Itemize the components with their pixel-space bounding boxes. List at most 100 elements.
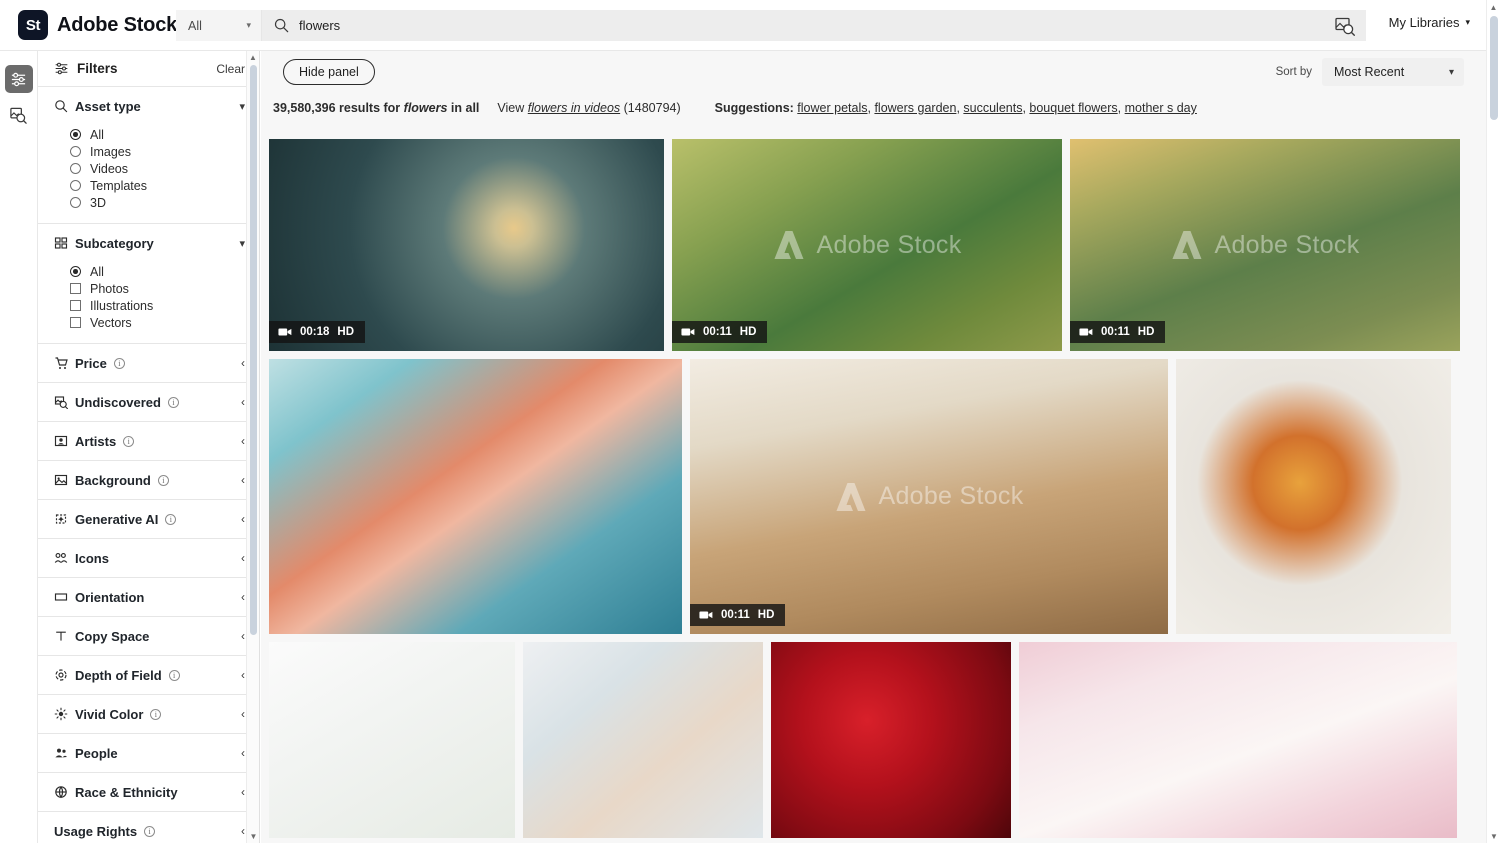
chevron-left-icon[interactable]: ‹	[241, 668, 245, 682]
video-duration: 00:18	[300, 326, 330, 338]
scroll-up-arrow-icon[interactable]: ▲	[247, 51, 259, 64]
filters-header: Filters Clear	[38, 51, 259, 87]
info-icon[interactable]: i	[165, 513, 177, 525]
filter-option-all[interactable]: All	[70, 126, 259, 143]
suggestion-link[interactable]: flower petals	[797, 101, 867, 115]
info-icon[interactable]: i	[168, 669, 180, 681]
filter-section-label: Icons	[75, 550, 109, 566]
page-scroll-thumb[interactable]	[1490, 16, 1498, 120]
filter-option-vectors[interactable]: Vectors	[70, 314, 259, 331]
info-icon[interactable]: i	[167, 396, 179, 408]
sidebar-scroll-thumb[interactable]	[250, 65, 257, 635]
my-libraries-menu[interactable]: My Libraries ▾	[1389, 15, 1470, 30]
chevron-left-icon[interactable]: ‹	[241, 473, 245, 487]
filter-section-header[interactable]: Asset type ▾	[38, 87, 259, 125]
asset-tile-flower-christmas-trees[interactable]	[269, 642, 515, 838]
chevron-down-icon[interactable]: ▾	[239, 100, 245, 113]
chevron-left-icon[interactable]: ‹	[241, 551, 245, 565]
filter-section-header[interactable]: Icons ‹	[38, 539, 259, 577]
info-icon[interactable]: i	[157, 474, 169, 486]
filter-section-header[interactable]: Copy Space ‹	[38, 617, 259, 655]
radio-button[interactable]	[70, 266, 81, 277]
page-scrollbar[interactable]: ▲ ▼	[1486, 0, 1500, 843]
asset-tile-hummingbird-pink-flowers-2[interactable]: Adobe Stock 00:11 HD	[1070, 139, 1460, 351]
radio-button[interactable]	[70, 197, 81, 208]
filter-section-header[interactable]: Vivid Color i ‹	[38, 695, 259, 733]
filter-section-header[interactable]: Background i ‹	[38, 461, 259, 499]
info-icon[interactable]: i	[123, 435, 135, 447]
filter-section-header[interactable]: Price i ‹	[38, 344, 259, 382]
info-icon[interactable]: i	[144, 825, 156, 837]
asset-tile-white-cherry-blossoms-pink[interactable]	[1019, 642, 1457, 838]
filter-option-all[interactable]: All	[70, 263, 259, 280]
chevron-left-icon[interactable]: ‹	[241, 395, 245, 409]
suggestion-link[interactable]: succulents	[963, 101, 1022, 115]
chevron-left-icon[interactable]: ‹	[241, 707, 245, 721]
asset-tile-japanese-room-cherry-blossom[interactable]: Adobe Stock 00:11 HD	[690, 359, 1168, 634]
filter-section-header[interactable]: Undiscovered i ‹	[38, 383, 259, 421]
filter-section-header[interactable]: People ‹	[38, 734, 259, 772]
asset-tile-food-platters-overhead[interactable]	[1176, 359, 1451, 634]
page-scroll-up-arrow-icon[interactable]: ▲	[1487, 0, 1500, 14]
radio-button[interactable]	[70, 163, 81, 174]
asset-tile-moon-blossom-branches[interactable]: 00:18 HD	[269, 139, 664, 351]
video-duration: 00:11	[1101, 326, 1130, 338]
radio-button[interactable]	[70, 129, 81, 140]
chevron-down-icon[interactable]: ▾	[239, 237, 245, 250]
adobe-stock-search-page: St Adobe Stock All ▾ flowers My Librarie…	[0, 0, 1500, 843]
page-scroll-down-arrow-icon[interactable]: ▼	[1487, 829, 1500, 843]
filter-option-photos[interactable]: Photos	[70, 280, 259, 297]
chevron-left-icon[interactable]: ‹	[241, 785, 245, 799]
filter-option-3d[interactable]: 3D	[70, 194, 259, 211]
asset-tile-hummingbird-pink-flowers-1[interactable]: Adobe Stock 00:11 HD	[672, 139, 1062, 351]
visual-search-icon[interactable]	[1334, 15, 1356, 37]
chevron-left-icon[interactable]: ‹	[241, 434, 245, 448]
chevron-left-icon[interactable]: ‹	[241, 824, 245, 838]
search-category-select[interactable]: All ▾	[176, 10, 262, 41]
chevron-left-icon[interactable]: ‹	[241, 512, 245, 526]
filter-option-templates[interactable]: Templates	[70, 177, 259, 194]
asset-tile-coral-abstract-waves[interactable]	[269, 359, 682, 634]
filter-section-header[interactable]: Artists i ‹	[38, 422, 259, 460]
view-videos-link[interactable]: flowers in videos	[528, 101, 620, 115]
brand-logo[interactable]: St Adobe Stock	[18, 10, 177, 40]
suggestion-link[interactable]: mother s day	[1125, 101, 1197, 115]
info-icon[interactable]: i	[113, 357, 125, 369]
asset-tile-painted-floral-eggs[interactable]	[523, 642, 763, 838]
search-input[interactable]: flowers	[262, 10, 1366, 41]
sliders-icon	[11, 72, 26, 86]
info-icon[interactable]: i	[150, 708, 162, 720]
filter-section-icons: Icons ‹	[38, 539, 259, 578]
sort-by-select[interactable]: Most Recent ▾	[1322, 58, 1464, 86]
filter-section-header[interactable]: Usage Rights i ‹	[38, 812, 259, 843]
filter-section-header[interactable]: Generative AI i ‹	[38, 500, 259, 538]
chevron-left-icon[interactable]: ‹	[241, 629, 245, 643]
top-header: St Adobe Stock All ▾ flowers My Librarie…	[0, 0, 1500, 51]
scroll-down-arrow-icon[interactable]: ▼	[247, 830, 259, 843]
radio-button[interactable]	[70, 146, 81, 157]
suggestion-link[interactable]: flowers garden	[874, 101, 956, 115]
image-search-icon	[10, 107, 27, 124]
checkbox[interactable]	[70, 283, 81, 294]
radio-button[interactable]	[70, 180, 81, 191]
hide-panel-button[interactable]: Hide panel	[283, 59, 375, 85]
filter-option-label: Templates	[90, 178, 147, 193]
filter-section-header[interactable]: Depth of Field i ‹	[38, 656, 259, 694]
filter-section-header[interactable]: Subcategory ▾	[38, 224, 259, 262]
clear-filters-button[interactable]: Clear	[216, 62, 245, 76]
rail-filters-button[interactable]	[4, 65, 33, 93]
chevron-left-icon[interactable]: ‹	[241, 590, 245, 604]
checkbox[interactable]	[70, 300, 81, 311]
asset-tile-red-roses-closeup[interactable]	[771, 642, 1011, 838]
chevron-left-icon[interactable]: ‹	[241, 356, 245, 370]
filter-section-header[interactable]: Race & Ethnicity ‹	[38, 773, 259, 811]
sidebar-scrollbar[interactable]: ▲ ▼	[246, 51, 259, 843]
filter-option-videos[interactable]: Videos	[70, 160, 259, 177]
filter-option-illustrations[interactable]: Illustrations	[70, 297, 259, 314]
filter-section-header[interactable]: Orientation ‹	[38, 578, 259, 616]
filter-option-images[interactable]: Images	[70, 143, 259, 160]
rail-visual-search-button[interactable]	[5, 101, 33, 129]
checkbox[interactable]	[70, 317, 81, 328]
chevron-left-icon[interactable]: ‹	[241, 746, 245, 760]
suggestion-link[interactable]: bouquet flowers	[1029, 101, 1117, 115]
